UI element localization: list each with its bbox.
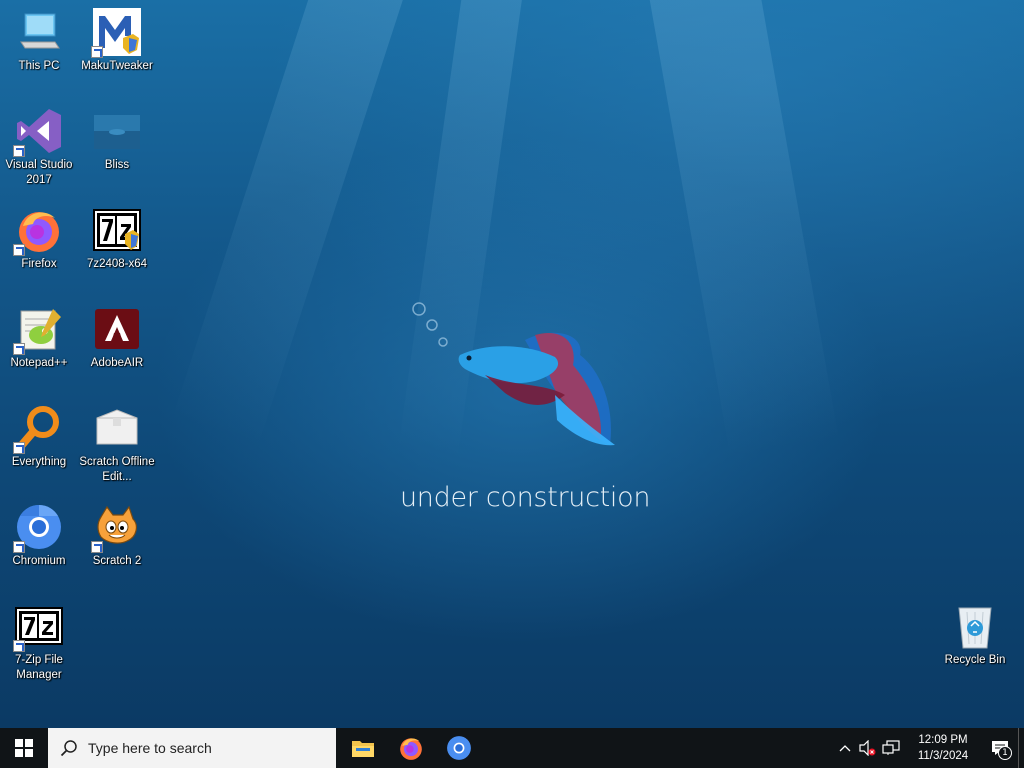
desktop-icon-adobe-air[interactable]: AdobeAIR [78, 305, 156, 371]
chromium-icon [13, 503, 63, 553]
desktop-icon-notepadpp[interactable]: Notepad++ [0, 305, 78, 371]
notification-count-badge: 1 [998, 746, 1012, 760]
icon-label: Bliss [104, 159, 130, 171]
taskbar-clock[interactable]: 12:09 PM 11/3/2024 [904, 728, 982, 768]
taskbar-firefox[interactable] [387, 728, 435, 768]
icon-label: Scratch Offline Edit... [79, 456, 155, 483]
desktop-icon-everything[interactable]: Everything [0, 404, 78, 470]
betta-fish-image [412, 302, 615, 446]
icon-label: Scratch 2 [92, 555, 142, 567]
light-ray [171, 0, 418, 449]
firefox-icon [13, 206, 63, 256]
icon-label: Visual Studio 2017 [5, 159, 73, 186]
desktop-icon-bliss[interactable]: Bliss [78, 107, 156, 173]
taskbar-file-explorer[interactable] [339, 728, 387, 768]
icon-label: Recycle Bin [944, 654, 1006, 666]
icon-label: This PC [18, 60, 60, 72]
visual-studio-icon [13, 107, 63, 157]
icon-label: 7z2408-x64 [86, 258, 148, 270]
desktop-icon-chromium[interactable]: Chromium [0, 503, 78, 569]
taskbar: Type here to search 12:09 PM 11/3/2024 1 [0, 728, 1024, 768]
desktop-icon-visual-studio[interactable]: Visual Studio 2017 [0, 107, 78, 188]
wallpaper-text: under construction [400, 482, 651, 513]
icon-label: AdobeAIR [90, 357, 144, 369]
show-desktop-button[interactable] [1018, 728, 1024, 768]
shortcut-arrow-icon [13, 541, 25, 553]
network-icon [882, 740, 900, 755]
shortcut-arrow-icon [13, 145, 25, 157]
everything-icon [13, 404, 63, 454]
search-icon [60, 740, 77, 757]
icon-label: Everything [11, 456, 67, 468]
scratch-box-icon [93, 404, 141, 452]
this-pc-icon [15, 8, 63, 56]
clock-date: 11/3/2024 [917, 750, 969, 762]
desktop-icon-recycle-bin[interactable]: Recycle Bin [936, 602, 1014, 668]
shortcut-arrow-icon [13, 640, 25, 652]
desktop-icon-firefox[interactable]: Firefox [0, 206, 78, 272]
icon-label: MakuTweaker [81, 60, 153, 72]
shortcut-arrow-icon [13, 343, 25, 355]
desktop-icon-makutweaker[interactable]: MakuTweaker [78, 8, 156, 74]
system-tray: 12:09 PM 11/3/2024 1 [834, 728, 1024, 768]
chevron-up-icon [839, 745, 851, 752]
action-center-button[interactable]: 1 [982, 728, 1018, 768]
light-ray [640, 0, 840, 462]
desktop-icon-7zip-installer[interactable]: 7z2408-x64 [78, 206, 156, 272]
scratch-cat-icon [91, 503, 141, 553]
notepadpp-icon [13, 305, 63, 355]
taskbar-search-box[interactable]: Type here to search [48, 728, 336, 768]
desktop-icon-this-pc[interactable]: This PC [0, 8, 78, 74]
icon-label: Firefox [21, 258, 57, 270]
desktop-icon-7zip-file-manager[interactable]: 7-Zip File Manager [0, 602, 78, 683]
desktop-icon-scratch-2[interactable]: Scratch 2 [78, 503, 156, 569]
volume-button[interactable] [856, 728, 878, 768]
icon-label: 7-Zip File Manager [15, 654, 63, 681]
show-hidden-icons-button[interactable] [834, 728, 856, 768]
desktop-icon-scratch-offline-editor[interactable]: Scratch Offline Edit... [78, 404, 156, 485]
network-button[interactable] [878, 728, 904, 768]
desktop[interactable]: under construction This PC MakuTweaker V… [0, 0, 1024, 728]
firefox-icon [400, 738, 422, 760]
icon-label: Chromium [12, 555, 66, 567]
file-explorer-icon [352, 741, 374, 757]
7zip-icon [13, 602, 63, 652]
shortcut-arrow-icon [13, 442, 25, 454]
clock-time: 12:09 PM [918, 734, 968, 746]
adobe-air-icon [93, 305, 141, 353]
shortcut-arrow-icon [91, 46, 103, 58]
shortcut-arrow-icon [13, 244, 25, 256]
windows-logo-icon [15, 739, 33, 757]
volume-muted-icon [859, 740, 876, 756]
icon-label: Notepad++ [10, 357, 68, 369]
taskbar-chromium[interactable] [435, 728, 483, 768]
makutweaker-icon [91, 8, 141, 58]
recycle-bin-icon [951, 602, 999, 650]
chromium-icon [447, 736, 471, 760]
7zip-installer-icon [93, 206, 141, 254]
bliss-icon [93, 107, 141, 155]
shortcut-arrow-icon [91, 541, 103, 553]
search-placeholder: Type here to search [88, 740, 212, 756]
start-button[interactable] [0, 728, 48, 768]
